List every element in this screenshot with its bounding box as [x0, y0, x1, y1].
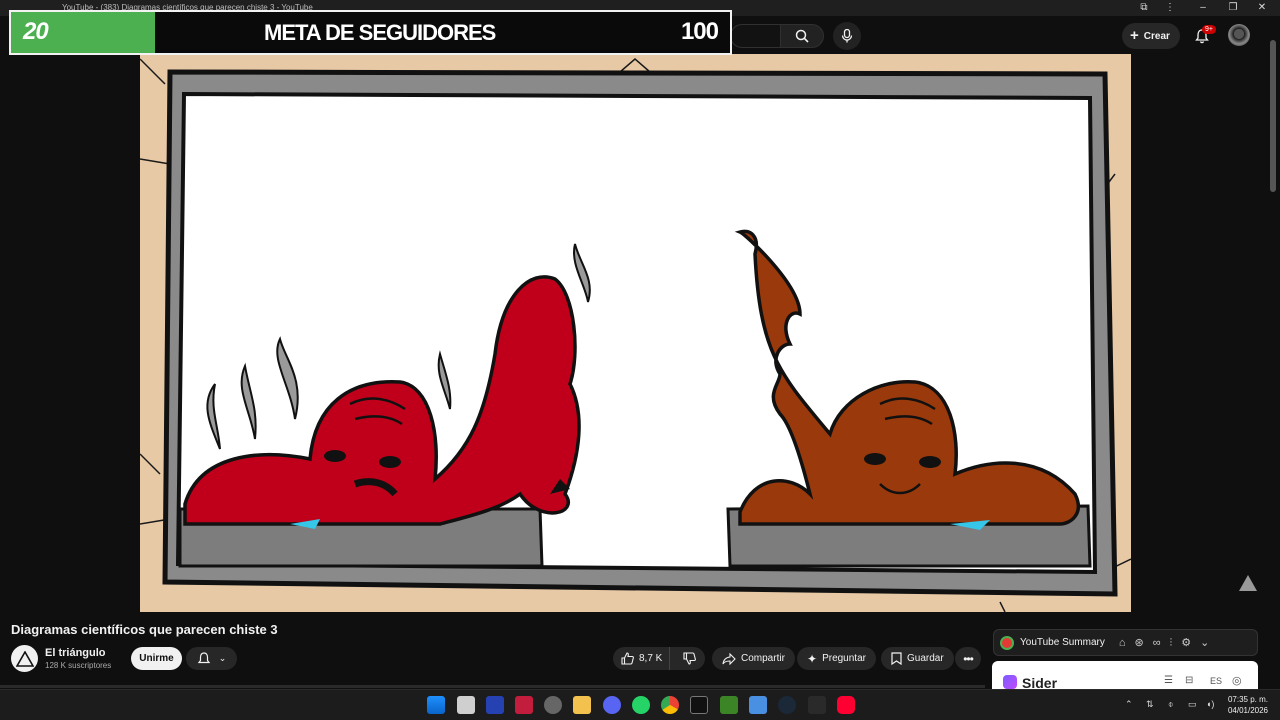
summary-tools-icons[interactable]: ⌂⊛∞⫶⚙⌄ — [1119, 636, 1219, 650]
close-window-button[interactable]: ✕ — [1252, 1, 1272, 15]
sider-logo-icon — [1003, 675, 1017, 689]
goal-current-value: 20 — [23, 18, 49, 45]
capcut-icon[interactable] — [690, 696, 708, 714]
app-red-icon[interactable] — [515, 696, 533, 714]
video-title: Diagramas científicos que parecen chiste… — [11, 622, 278, 637]
sparkle-icon: ✦ — [807, 651, 818, 666]
more-actions-button[interactable]: ••• — [955, 647, 981, 670]
triangle-logo-icon — [15, 650, 34, 667]
save-label: Guardar — [907, 653, 944, 664]
sider-lang[interactable]: ES — [1210, 676, 1222, 686]
follower-goal-bar: 20 META DE SEGUIDORES 100 — [9, 10, 732, 55]
search-button[interactable] — [780, 24, 824, 48]
minimize-button[interactable]: – — [1193, 1, 1213, 15]
share-button[interactable]: Compartir — [712, 647, 795, 670]
like-count: 8,7 K — [639, 653, 663, 664]
join-button[interactable]: Unirme — [131, 647, 182, 670]
task-view-icon[interactable] — [457, 696, 475, 714]
search-input[interactable] — [730, 24, 780, 48]
create-label: Crear — [1143, 30, 1170, 42]
browser-menu-icon[interactable]: ⋮ — [1160, 1, 1180, 15]
maximize-button[interactable]: ❐ — [1223, 1, 1243, 15]
bell-ring-icon — [197, 651, 210, 663]
file-explorer-icon[interactable] — [573, 696, 591, 714]
sider-list-icon[interactable]: ☰ — [1164, 675, 1173, 686]
youtube-summary-label: YouTube Summary — [1020, 637, 1105, 648]
tray-volume-icon[interactable]: ◖) — [1206, 699, 1214, 709]
youtube-summary-logo-icon — [1000, 635, 1014, 650]
voice-search-button[interactable] — [833, 22, 861, 50]
app-m-icon[interactable] — [486, 696, 504, 714]
youtube-taskbar-icon[interactable] — [837, 696, 855, 714]
dislike-button[interactable] — [675, 647, 705, 670]
tray-mic-icon[interactable]: ⌽ — [1168, 699, 1173, 710]
goal-title: META DE SEGUIDORES — [264, 20, 496, 45]
tray-chevron-icon[interactable]: ⌃ — [1125, 699, 1133, 710]
microphone-icon — [841, 29, 853, 43]
thumbs-down-icon — [683, 652, 697, 665]
thumbs-up-icon — [621, 652, 634, 665]
ask-button[interactable]: ✦ Preguntar — [797, 647, 876, 670]
epic-games-icon[interactable] — [808, 696, 826, 714]
app-hub-icon[interactable] — [544, 696, 562, 714]
page-scrollbar[interactable] — [1270, 40, 1276, 192]
notification-badge: 9+ — [1202, 25, 1216, 34]
taskbar-clock[interactable]: 07:35 p. m. 04/01/2026 — [1228, 694, 1268, 716]
channel-avatar[interactable] — [11, 645, 38, 672]
tray-network-icon[interactable]: ⇅ — [1146, 699, 1154, 710]
save-button[interactable]: Guardar — [881, 647, 954, 670]
like-button[interactable]: 8,7 K — [613, 647, 670, 670]
windows-taskbar: ⌃ ⇅ ⌽ ▭ ◖) 07:35 p. m. 04/01/2026 — [0, 689, 1280, 720]
subscription-notification-button[interactable]: ⌄ — [186, 647, 237, 670]
channel-name[interactable]: El triángulo — [45, 647, 106, 659]
sider-settings-icon[interactable]: ◎ — [1232, 674, 1242, 687]
more-horizontal-icon: ••• — [963, 651, 974, 666]
user-avatar[interactable] — [1228, 24, 1250, 46]
video-player[interactable] — [140, 54, 1131, 612]
bookmark-icon — [891, 652, 902, 665]
plus-icon: + — [1130, 27, 1139, 44]
like-dislike-group: 8,7 K — [613, 647, 705, 670]
discord-icon[interactable] — [603, 696, 621, 714]
search-icon — [795, 29, 809, 43]
extensions-icon[interactable]: ⧉ — [1134, 1, 1154, 15]
whatsapp-icon[interactable] — [632, 696, 650, 714]
clock-date: 04/01/2026 — [1227, 706, 1268, 715]
create-button[interactable]: + Crear — [1122, 23, 1180, 49]
youtube-summary-panel[interactable]: YouTube Summary ⌂⊛∞⫶⚙⌄ — [993, 629, 1258, 656]
goal-target-value: 100 — [680, 18, 719, 45]
sider-cc-icon[interactable]: ⊟ — [1185, 675, 1193, 686]
windows-start-icon[interactable] — [427, 696, 445, 714]
minecraft-icon[interactable] — [720, 696, 738, 714]
page-divider — [0, 685, 985, 688]
store-icon[interactable] — [749, 696, 767, 714]
tray-display-icon[interactable]: ▭ — [1188, 699, 1197, 710]
chevron-down-icon: ⌄ — [218, 653, 227, 663]
ask-label: Preguntar — [822, 653, 866, 664]
share-icon — [722, 652, 736, 665]
clock-time: 07:35 p. m. — [1227, 695, 1268, 704]
chrome-icon[interactable] — [661, 696, 679, 714]
subscriber-count: 128 K suscriptores — [45, 661, 112, 670]
share-label: Compartir — [741, 653, 785, 664]
video-frame-cartoon — [140, 58, 1131, 612]
steam-icon[interactable] — [778, 696, 796, 714]
scroll-up-icon[interactable] — [1239, 575, 1257, 591]
